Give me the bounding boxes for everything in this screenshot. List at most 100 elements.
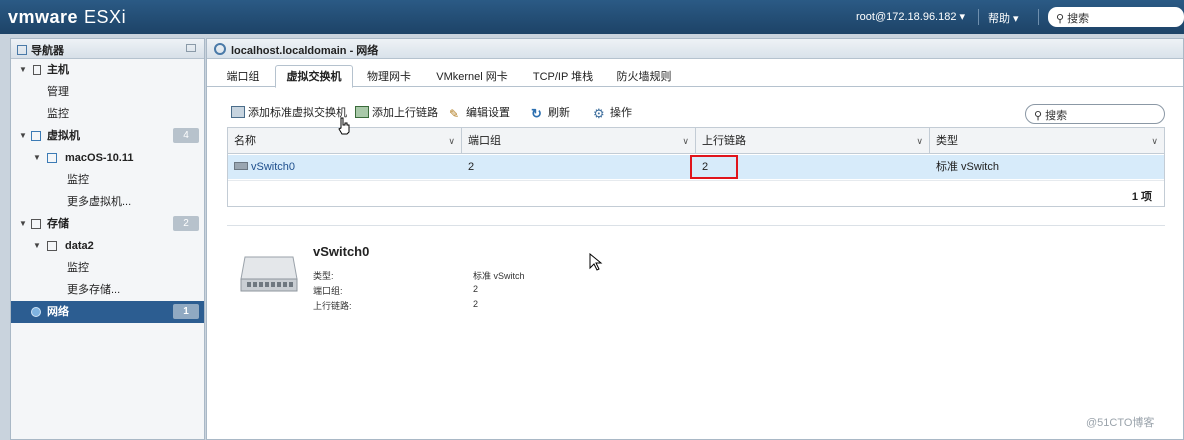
column-header-portgroups[interactable]: 端口组 ∨ bbox=[462, 128, 696, 154]
host-icon bbox=[214, 43, 226, 55]
tab-port-groups[interactable]: 端口组 bbox=[215, 69, 271, 87]
detail-title: vSwitch0 bbox=[313, 244, 370, 259]
vswitch-table: 名称 ∨ 端口组 ∨ 上行链路 ∨ 类型 ∨ vSwitch0 2 2 标准 vSwit… bbox=[227, 127, 1165, 207]
detail-label-uplinks: 上行链路: bbox=[313, 301, 352, 311]
global-search-input[interactable]: ⚲ 搜索 bbox=[1048, 7, 1184, 27]
search-placeholder: 搜索 bbox=[1067, 13, 1090, 25]
column-label: 名称 bbox=[234, 135, 256, 147]
gear-icon: ⚙ bbox=[593, 106, 605, 121]
nav-item-label: macOS-10.11 bbox=[65, 152, 134, 164]
arrow-cursor-icon bbox=[589, 253, 603, 271]
chevron-down-icon[interactable]: ∨ bbox=[682, 128, 689, 154]
tab-bar: 端口组 虚拟交换机 物理网卡 VMkernel 网卡 TCP/IP 堆栈 防火墙… bbox=[207, 65, 1183, 88]
nav-item-host-monitor[interactable]: 监控 bbox=[11, 103, 204, 125]
tab-firewall-rules[interactable]: 防火墙规则 bbox=[609, 69, 679, 87]
switch-icon bbox=[240, 256, 298, 292]
product-name: ESXi bbox=[84, 7, 127, 27]
page-title: localhost.localdomain - 网络 bbox=[231, 45, 379, 57]
add-uplink-button[interactable]: 添加上行链路 bbox=[355, 103, 438, 123]
table-header: 名称 ∨ 端口组 ∨ 上行链路 ∨ 类型 ∨ bbox=[228, 128, 1164, 154]
chevron-down-icon[interactable]: ∨ bbox=[448, 128, 455, 154]
detail-label-portgroups: 端口组: bbox=[313, 286, 343, 296]
count-badge: 2 bbox=[173, 216, 199, 231]
expand-down-icon[interactable]: ▼ bbox=[33, 147, 41, 169]
vswitch-icon bbox=[234, 162, 248, 170]
tab-physical-nics[interactable]: 物理网卡 bbox=[357, 69, 421, 87]
button-label: 刷新 bbox=[548, 107, 570, 119]
vm-icon bbox=[31, 131, 41, 141]
vm-icon bbox=[47, 153, 57, 163]
column-header-uplinks[interactable]: 上行链路 ∨ bbox=[696, 128, 930, 154]
content-pane: localhost.localdomain - 网络 端口组 虚拟交换机 物理网… bbox=[206, 38, 1184, 440]
detail-value-uplinks: 2 bbox=[473, 299, 479, 309]
hand-cursor-icon bbox=[338, 117, 350, 135]
datastore-icon bbox=[47, 241, 57, 251]
expand-down-icon[interactable]: ▼ bbox=[19, 213, 27, 235]
navigator-icon bbox=[17, 45, 27, 55]
nav-item-vm-monitor[interactable]: 监控 bbox=[11, 169, 204, 191]
tab-vmkernel-nics[interactable]: VMkernel 网卡 bbox=[427, 69, 517, 87]
nav-item-host[interactable]: ▼ 主机 bbox=[11, 59, 204, 81]
count-badge: 1 bbox=[173, 304, 199, 319]
detail-value-type: 标准 vSwitch bbox=[473, 271, 525, 281]
navigator-header: 导航器 bbox=[11, 39, 204, 59]
chevron-down-icon[interactable]: ∨ bbox=[1151, 128, 1158, 154]
nav-item-vms[interactable]: ▼ 虚拟机 4 bbox=[11, 125, 204, 147]
button-label: 添加上行链路 bbox=[372, 107, 438, 119]
cell-type: 标准 vSwitch bbox=[936, 161, 999, 173]
nav-item-label: 虚拟机 bbox=[47, 130, 80, 142]
nav-item-networking[interactable]: 网络 1 bbox=[11, 301, 204, 323]
add-switch-icon bbox=[231, 106, 245, 118]
nav-item-vm-macos[interactable]: ▼ macOS-10.11 bbox=[11, 147, 204, 169]
nav-item-label: 更多存储... bbox=[67, 284, 121, 296]
storage-icon bbox=[31, 219, 41, 229]
pencil-icon: ✎ bbox=[449, 107, 460, 121]
nav-item-datastore-data2[interactable]: ▼ data2 bbox=[11, 235, 204, 257]
tab-tcpip-stacks[interactable]: TCP/IP 堆栈 bbox=[523, 69, 603, 87]
nav-item-label: 主机 bbox=[47, 64, 69, 76]
search-icon: ⚲ bbox=[1056, 13, 1065, 25]
nav-item-more-storage[interactable]: 更多存储... bbox=[11, 279, 204, 301]
vmware-logo: vmware ESXi bbox=[8, 7, 126, 28]
cell-portgroups: 2 bbox=[468, 161, 475, 173]
divider bbox=[978, 9, 979, 25]
table-row[interactable]: vSwitch0 2 2 标准 vSwitch bbox=[228, 155, 1164, 179]
nav-item-label: data2 bbox=[65, 240, 94, 252]
expand-down-icon[interactable]: ▼ bbox=[19, 59, 27, 81]
host-icon bbox=[33, 65, 41, 75]
tab-virtual-switches[interactable]: 虚拟交换机 bbox=[275, 65, 353, 88]
column-header-type[interactable]: 类型 ∨ bbox=[930, 128, 1164, 154]
column-label: 类型 bbox=[936, 135, 958, 147]
navigator-title: 导航器 bbox=[31, 45, 64, 57]
detail-value-portgroups: 2 bbox=[473, 284, 479, 294]
nav-item-label: 存储 bbox=[47, 218, 69, 230]
user-menu[interactable]: root@172.18.96.182 ▾ bbox=[856, 10, 965, 23]
chevron-down-icon[interactable]: ∨ bbox=[916, 128, 923, 154]
expand-down-icon[interactable]: ▼ bbox=[19, 125, 27, 147]
cell-name[interactable]: vSwitch0 bbox=[228, 155, 462, 179]
nav-item-more-vms[interactable]: 更多虚拟机... bbox=[11, 191, 204, 213]
nav-item-manage[interactable]: 管理 bbox=[11, 81, 204, 103]
add-standard-vswitch-button[interactable]: 添加标准虚拟交换机 bbox=[231, 103, 347, 123]
switch-search-input[interactable]: ⚲ 搜索 bbox=[1025, 104, 1165, 124]
annotation-box bbox=[690, 155, 738, 179]
nav-item-label: 监控 bbox=[67, 174, 89, 186]
refresh-button[interactable]: ↻ 刷新 bbox=[531, 103, 570, 123]
button-label: 操作 bbox=[610, 107, 632, 119]
collapse-icon[interactable] bbox=[186, 44, 196, 52]
divider bbox=[227, 225, 1165, 226]
help-menu[interactable]: 帮助 ▾ bbox=[988, 10, 1019, 26]
nav-item-datastore-monitor[interactable]: 监控 bbox=[11, 257, 204, 279]
vswitch-name[interactable]: vSwitch0 bbox=[251, 161, 295, 173]
expand-down-icon[interactable]: ▼ bbox=[33, 235, 41, 257]
nav-item-label: 网络 bbox=[47, 306, 69, 318]
column-label: 上行链路 bbox=[702, 135, 746, 147]
nav-item-storage[interactable]: ▼ 存储 2 bbox=[11, 213, 204, 235]
table-footer: 1 项 bbox=[228, 180, 1164, 206]
item-count: 1 项 bbox=[1131, 191, 1152, 203]
edit-settings-button[interactable]: ✎ 编辑设置 bbox=[449, 103, 510, 123]
actions-button[interactable]: ⚙ 操作 bbox=[593, 103, 632, 123]
search-icon: ⚲ bbox=[1034, 110, 1043, 122]
page-title-bar: localhost.localdomain - 网络 bbox=[207, 39, 1183, 59]
column-label: 端口组 bbox=[468, 135, 501, 147]
